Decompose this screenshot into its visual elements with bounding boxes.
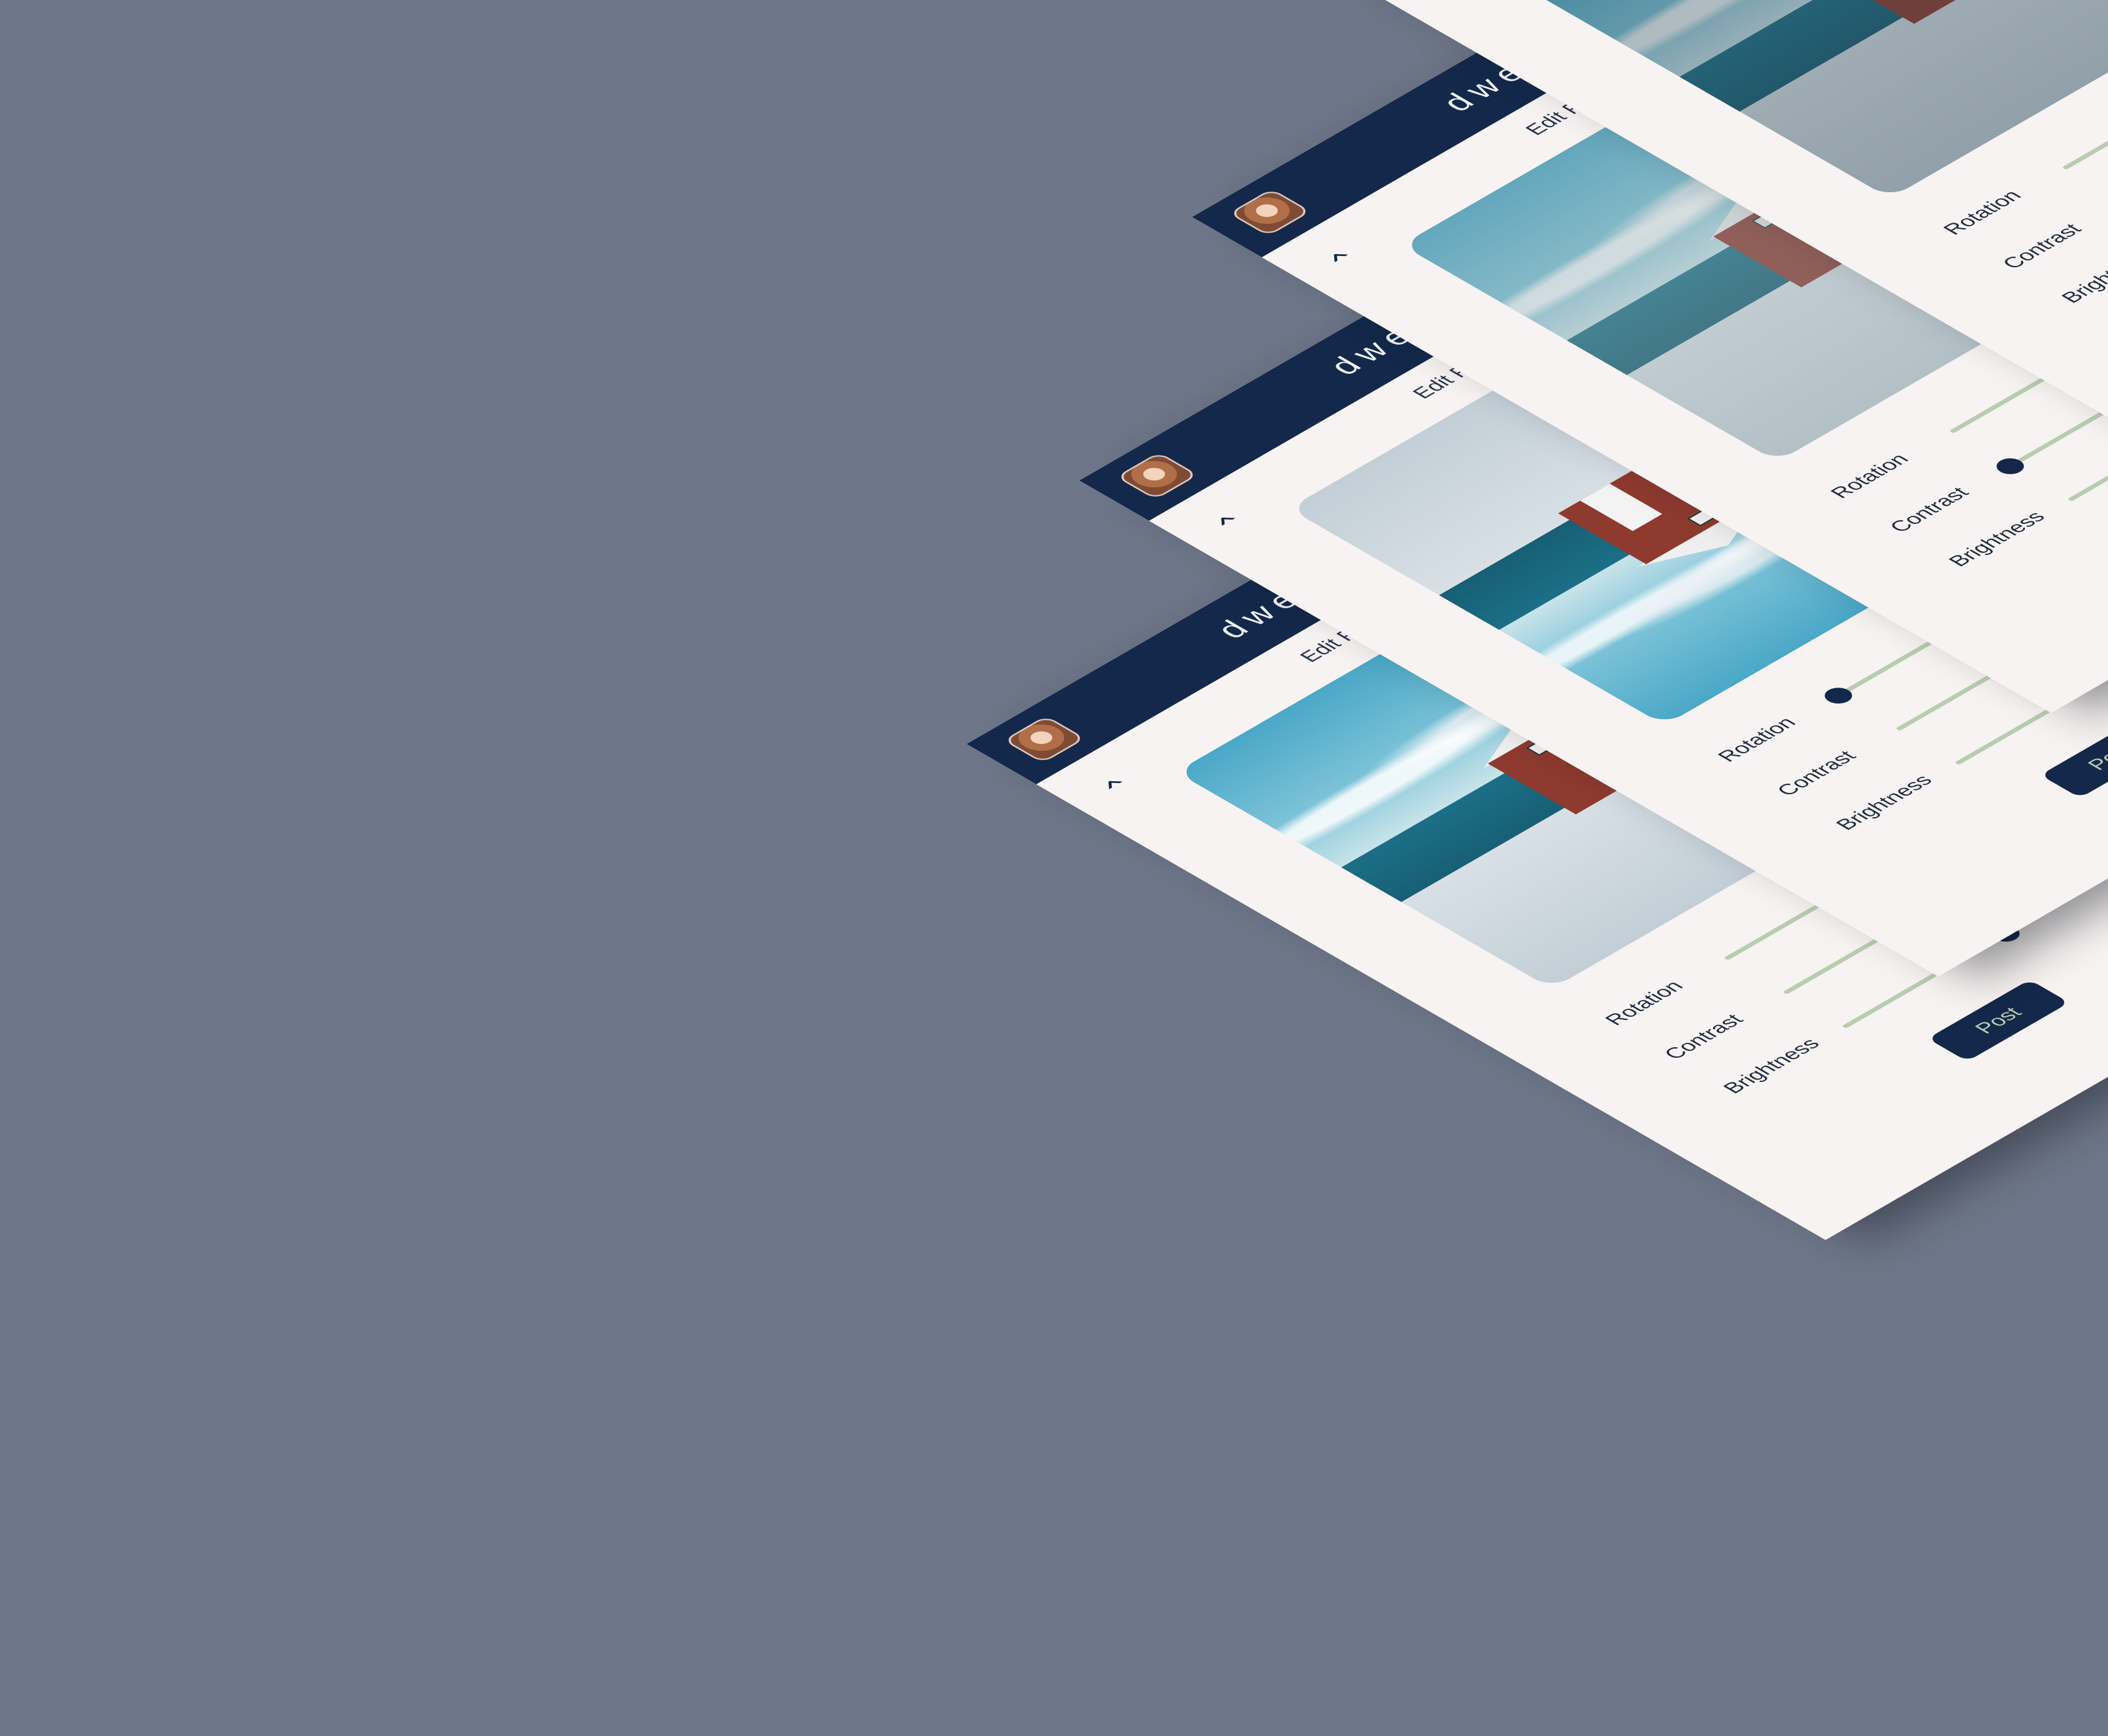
post-button[interactable]: Post xyxy=(1927,980,2070,1061)
